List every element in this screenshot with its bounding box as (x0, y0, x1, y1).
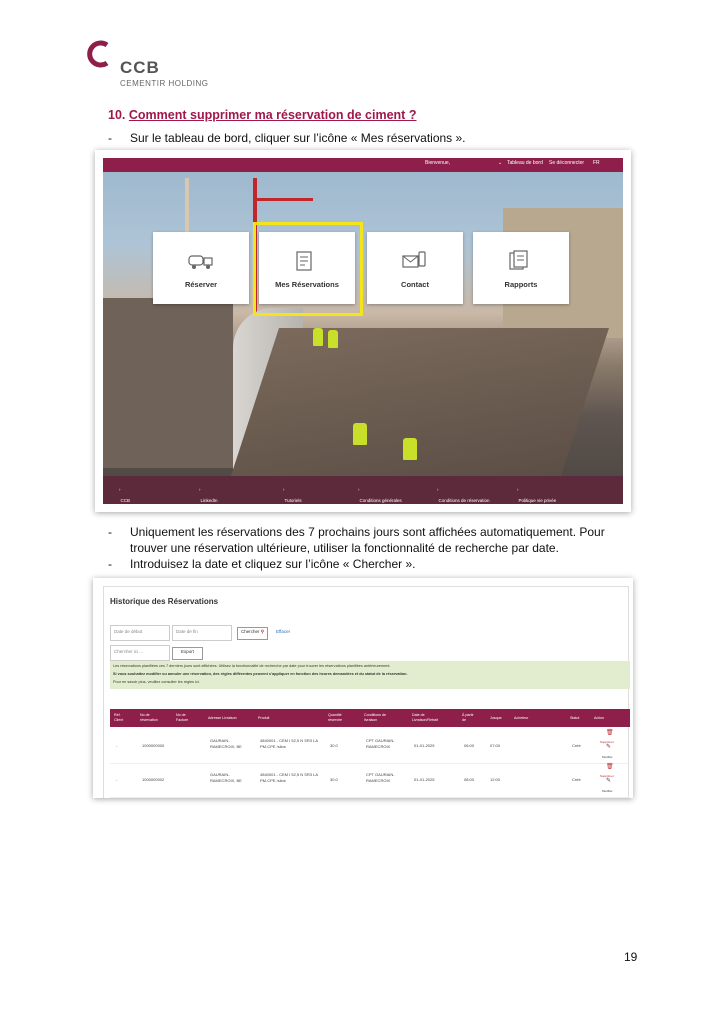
section-number: 10. (108, 108, 126, 122)
history-screenshot: Historique des Réservations Date de débu… (93, 578, 633, 798)
cement-truck-icon (188, 255, 213, 269)
table-header: Réf. Client No de réservation No de Fact… (110, 709, 630, 727)
logo-subtitle: CEMENTIR HOLDING (120, 79, 209, 88)
top-nav-bar: Bienvenue, ⌄ Tableau de bord Se déconnec… (103, 158, 623, 172)
search-button[interactable]: Chercher ⚲ (237, 627, 269, 640)
date-to-input[interactable]: Date de fin (172, 625, 232, 641)
page-number: 19 (624, 950, 638, 964)
bullet-text: Uniquement les réservations des 7 procha… (130, 525, 605, 555)
ccb-logo-mark-icon (87, 40, 109, 68)
logo-name: CCB (120, 58, 160, 77)
dashboard-page: Bienvenue, ⌄ Tableau de bord Se déconnec… (103, 158, 623, 504)
export-button[interactable]: Export (172, 647, 204, 660)
footer-link[interactable]: › CCB (119, 487, 130, 503)
dashboard-screenshot: Bienvenue, ⌄ Tableau de bord Se déconnec… (95, 150, 631, 512)
history-title: Historique des Réservations (110, 597, 219, 606)
info-notice: Les réservations planifiées ces 7 dernie… (110, 661, 630, 689)
language-selector[interactable]: FR (593, 160, 600, 166)
welcome-text: Bienvenue, (425, 160, 451, 166)
edit-icon[interactable]: ✎ (606, 744, 611, 751)
card-label: Rapports (504, 280, 538, 289)
footer-link[interactable]: › Tutoriels (283, 487, 302, 503)
date-from-input[interactable]: Date de début (110, 625, 170, 641)
search-input[interactable]: Chercher ici ... (110, 645, 170, 661)
footer-link[interactable]: › Politique vie privée (517, 487, 556, 503)
chevron-down-icon[interactable]: ⌄ (498, 160, 502, 166)
card-contact[interactable]: Contact (367, 232, 463, 304)
bullet-text: Sur le tableau de bord, cliquer sur l’ic… (130, 131, 466, 145)
edit-link[interactable]: Modifier (602, 755, 613, 761)
dashboard-link[interactable]: Tableau de bord (507, 160, 543, 166)
footer-bar: › CCB › LinkedIn › Tutoriels › Condition… (103, 476, 623, 504)
clear-link[interactable]: Effacer (276, 629, 290, 634)
logout-link[interactable]: Se déconnecter (549, 160, 584, 166)
footer-link[interactable]: › Conditions générales (358, 487, 402, 503)
card-label: Réserver (184, 280, 218, 289)
reports-icon (509, 250, 528, 270)
trash-icon[interactable]: 🗑 (606, 764, 614, 771)
highlight-box (253, 222, 363, 316)
history-panel: Historique des Réservations Date de débu… (103, 586, 630, 798)
search-icon: ⚲ (260, 629, 265, 634)
table-row: - 1000000000 GAURAIN-RAMECROIX, BE 48400… (110, 729, 630, 764)
table-row: - 1000000002 GAURAIN-RAMECROIX, BE 48400… (110, 763, 630, 798)
section-heading: 10. Comment supprimer ma réservation de … (108, 108, 416, 122)
edit-link[interactable]: Modifier (602, 789, 613, 795)
footer-link[interactable]: › LinkedIn (199, 487, 218, 503)
bullet-text: Introduisez la date et cliquez sur l’icô… (130, 557, 416, 571)
footer-link[interactable]: › Conditions de réservation (437, 487, 490, 503)
mail-phone-icon (402, 251, 426, 268)
card-rapports[interactable]: Rapports (473, 232, 569, 304)
trash-icon[interactable]: 🗑 (606, 730, 614, 737)
edit-icon[interactable]: ✎ (606, 778, 611, 785)
card-reserver[interactable]: Réserver (153, 232, 249, 304)
section-title: Comment supprimer ma réservation de cime… (128, 108, 417, 122)
card-label: Contact (401, 280, 429, 289)
